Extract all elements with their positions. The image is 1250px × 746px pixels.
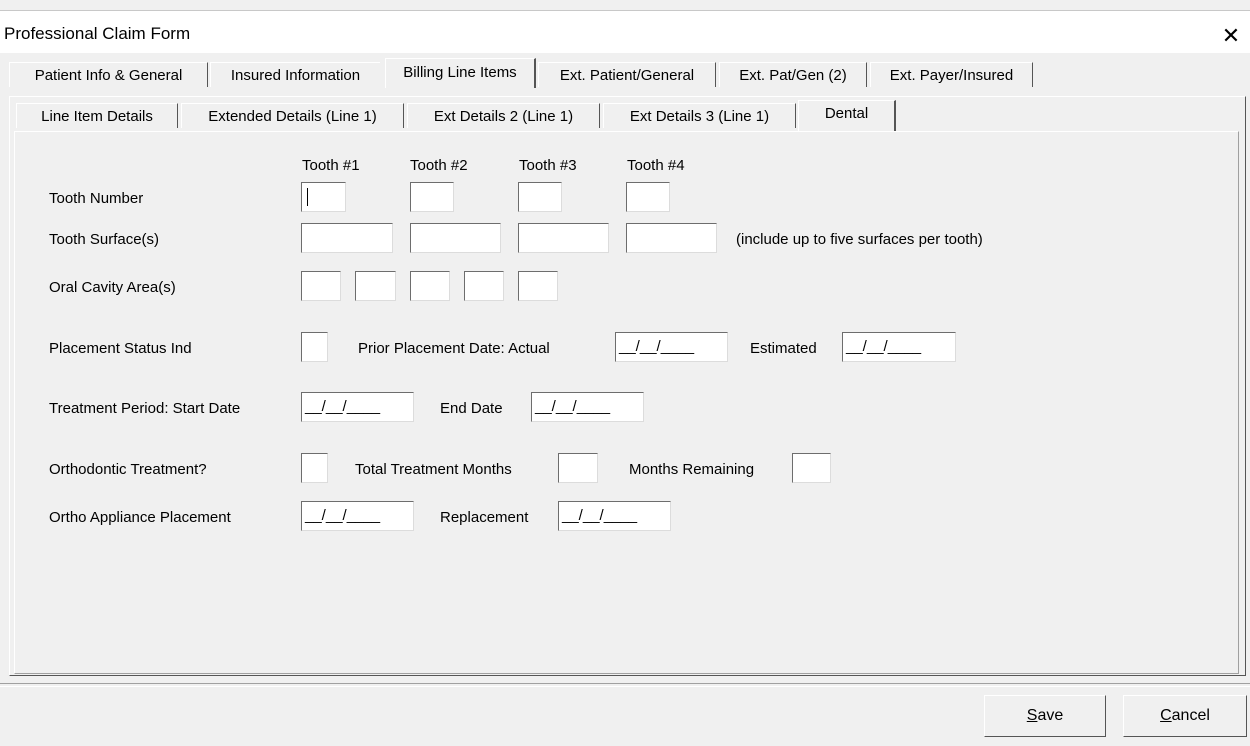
tooth-2-number-field[interactable] — [410, 182, 454, 212]
tab-patient-info[interactable]: Patient Info & General — [9, 62, 208, 87]
placement-status-label: Placement Status Ind — [49, 340, 192, 357]
cancel-mnemonic: C — [1160, 707, 1172, 724]
tooth-2-surface-field[interactable] — [410, 223, 501, 253]
oral-cavity-field-3[interactable] — [410, 271, 450, 301]
appliance-placement-label: Ortho Appliance Placement — [49, 509, 231, 526]
oral-cavity-field-5[interactable] — [518, 271, 558, 301]
tooth-3-number-field[interactable] — [518, 182, 562, 212]
ortho-treatment-label: Orthodontic Treatment? — [49, 461, 207, 478]
tooth-surface-label: Tooth Surface(s) — [49, 231, 160, 248]
months-remaining-label: Months Remaining — [629, 461, 755, 478]
tooth-3-surface-field[interactable] — [518, 223, 609, 253]
prior-placement-estimated-field[interactable]: __/__/____ — [842, 332, 956, 362]
tab-ext-details-3[interactable]: Ext Details 3 (Line 1) — [603, 103, 796, 128]
tooth-4-number-field[interactable] — [626, 182, 670, 212]
months-remaining-field[interactable] — [792, 453, 831, 483]
oral-cavity-field-4[interactable] — [464, 271, 504, 301]
text-caret — [307, 188, 308, 206]
tab-line-item-details[interactable]: Line Item Details — [16, 103, 178, 128]
save-mnemonic: S — [1026, 707, 1038, 724]
tooth-4-header: Tooth #4 — [627, 157, 685, 174]
appliance-placement-field[interactable]: __/__/____ — [301, 501, 414, 531]
tooth-number-label: Tooth Number — [49, 190, 144, 207]
oral-cavity-label: Oral Cavity Area(s) — [49, 279, 176, 296]
treatment-end-date-field[interactable]: __/__/____ — [531, 392, 644, 422]
replacement-label: Replacement — [440, 509, 529, 526]
tab-dental[interactable]: Dental — [798, 100, 896, 131]
tooth-2-header: Tooth #2 — [410, 157, 468, 174]
close-icon[interactable]: ✕ — [1214, 22, 1248, 52]
tooth-1-header: Tooth #1 — [302, 157, 360, 174]
cancel-label-rest: ancel — [1171, 707, 1210, 724]
ortho-treatment-field[interactable] — [301, 453, 328, 483]
tooth-3-header: Tooth #3 — [519, 157, 577, 174]
placement-status-field[interactable] — [301, 332, 328, 362]
footer-separator — [0, 683, 1250, 687]
tab-extended-details[interactable]: Extended Details (Line 1) — [181, 103, 404, 128]
prior-placement-actual-field[interactable]: __/__/____ — [615, 332, 728, 362]
total-months-label: Total Treatment Months — [355, 461, 512, 478]
save-label-rest: ave — [1037, 707, 1064, 724]
oral-cavity-field-1[interactable] — [301, 271, 341, 301]
treatment-start-date-field[interactable]: __/__/____ — [301, 392, 414, 422]
tab-ext-patient-general[interactable]: Ext. Patient/General — [538, 62, 716, 87]
prior-placement-label: Prior Placement Date: Actual — [358, 340, 550, 357]
title-bar: Professional Claim Form ✕ — [0, 11, 1250, 53]
end-date-label: End Date — [440, 400, 503, 417]
surface-hint: (include up to five surfaces per tooth) — [736, 231, 983, 248]
tooth-1-surface-field[interactable] — [301, 223, 393, 253]
claim-form-window: Professional Claim Form ✕ Patient Info &… — [0, 0, 1250, 746]
treatment-period-label: Treatment Period: Start Date — [49, 400, 241, 417]
tab-ext-payer-insured[interactable]: Ext. Payer/Insured — [870, 62, 1033, 87]
tab-ext-details-2[interactable]: Ext Details 2 (Line 1) — [407, 103, 600, 128]
tab-billing-line-items[interactable]: Billing Line Items — [385, 58, 536, 88]
oral-cavity-field-2[interactable] — [355, 271, 396, 301]
window-title: Professional Claim Form — [4, 24, 191, 43]
tab-ext-pat-gen-2[interactable]: Ext. Pat/Gen (2) — [719, 62, 867, 87]
estimated-label: Estimated — [750, 340, 817, 357]
cancel-button[interactable]: Cancel — [1123, 695, 1247, 737]
save-button[interactable]: Save — [984, 695, 1106, 737]
replacement-field[interactable]: __/__/____ — [558, 501, 671, 531]
tooth-4-surface-field[interactable] — [626, 223, 717, 253]
tab-insured-information[interactable]: Insured Information — [210, 62, 380, 87]
total-months-field[interactable] — [558, 453, 598, 483]
